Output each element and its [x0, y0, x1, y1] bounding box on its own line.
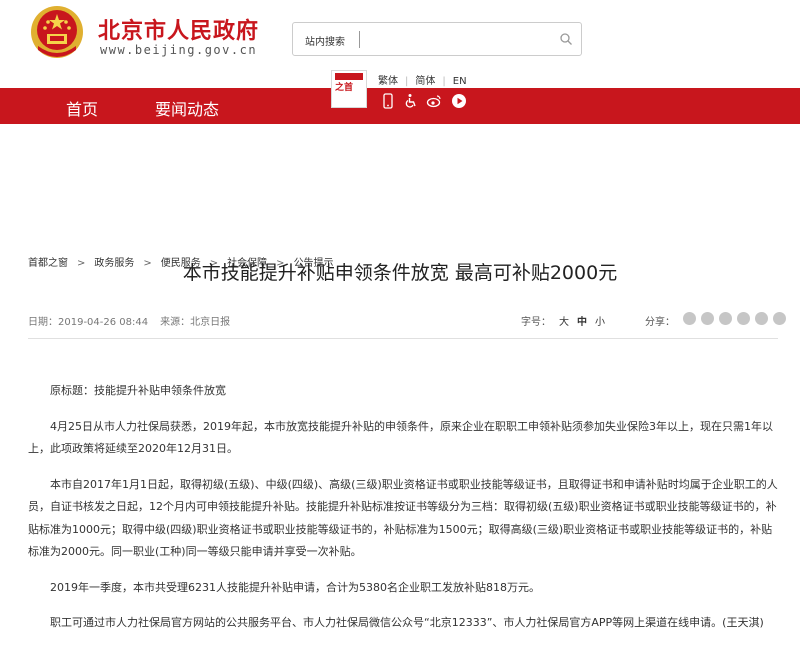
lang-simplified[interactable]: 简体 [415, 72, 435, 87]
wheelchair-icon[interactable] [403, 93, 419, 109]
capital-window-logo[interactable]: 之首 [331, 70, 367, 108]
main-nav: 首页 要闻动态 [0, 88, 800, 124]
search-divider [359, 31, 360, 48]
logo-text: 之首 [335, 80, 353, 93]
nav-home[interactable]: 首页 [66, 96, 98, 120]
lang-english[interactable]: EN [453, 76, 467, 87]
site-url: www.beijing.gov.cn [100, 43, 257, 57]
font-size-control: 字号： 大中小 [521, 313, 605, 328]
play-icon[interactable] [451, 93, 467, 109]
font-size-label: 字号： [521, 317, 551, 328]
article-paragraph: 职工可通过市人力社保局官方网站的公共服务平台、市人力社保局微信公众号“北京123… [28, 612, 780, 635]
font-size-large[interactable]: 大 [559, 317, 569, 328]
lang-separator: | [442, 76, 445, 87]
article-source: 来源：北京日报 [160, 317, 230, 328]
lang-traditional[interactable]: 繁体 [378, 72, 398, 87]
lang-separator: | [405, 76, 408, 87]
font-size-small[interactable]: 小 [595, 317, 605, 328]
mobile-icon[interactable] [380, 93, 396, 109]
nav-news[interactable]: 要闻动态 [155, 96, 219, 120]
more-icon[interactable] [773, 312, 786, 325]
article-body: 原标题：技能提升补贴申领条件放宽 4月25日从市人力社保局获悉，2019年起，本… [28, 380, 780, 648]
logo-stripe [335, 73, 363, 80]
article-meta: 日期：2019-04-26 08:44 来源：北京日报 [28, 313, 230, 328]
douban-icon[interactable] [755, 312, 768, 325]
wechat-icon[interactable] [701, 312, 714, 325]
header: 北京市人民政府 www.beijing.gov.cn 站内搜索 之首 繁体|简体… [0, 0, 800, 88]
search-icon[interactable] [559, 32, 573, 46]
article-paragraph: 4月25日从市人力社保局获悉，2019年起，本市放宽技能提升补贴的申领条件，原来… [28, 416, 780, 461]
article-paragraph: 本市自2017年1月1日起，取得初级(五级)、中级(四级)、高级(三级)职业资格… [28, 474, 780, 564]
search-input[interactable] [363, 29, 547, 51]
search-scope-label[interactable]: 站内搜索 [305, 33, 345, 48]
article-title: 本市技能提升补贴申领条件放宽 最高可补贴2000元 [0, 258, 800, 285]
language-switcher: 繁体 | 简体 | EN [378, 72, 467, 87]
font-size-medium[interactable]: 中 [577, 317, 587, 328]
share-plus-icon[interactable] [683, 312, 696, 325]
qzone-icon[interactable] [737, 312, 750, 325]
weibo-icon[interactable] [719, 312, 732, 325]
national-emblem-icon[interactable] [28, 4, 86, 62]
article-paragraph: 原标题：技能提升补贴申领条件放宽 [28, 380, 780, 403]
search-box: 站内搜索 [292, 22, 582, 56]
weibo-icon[interactable] [426, 93, 442, 109]
share-label: 分享： [645, 313, 675, 328]
divider [28, 338, 778, 339]
site-name[interactable]: 北京市人民政府 [98, 13, 259, 45]
publish-date: 日期：2019-04-26 08:44 [28, 317, 148, 328]
